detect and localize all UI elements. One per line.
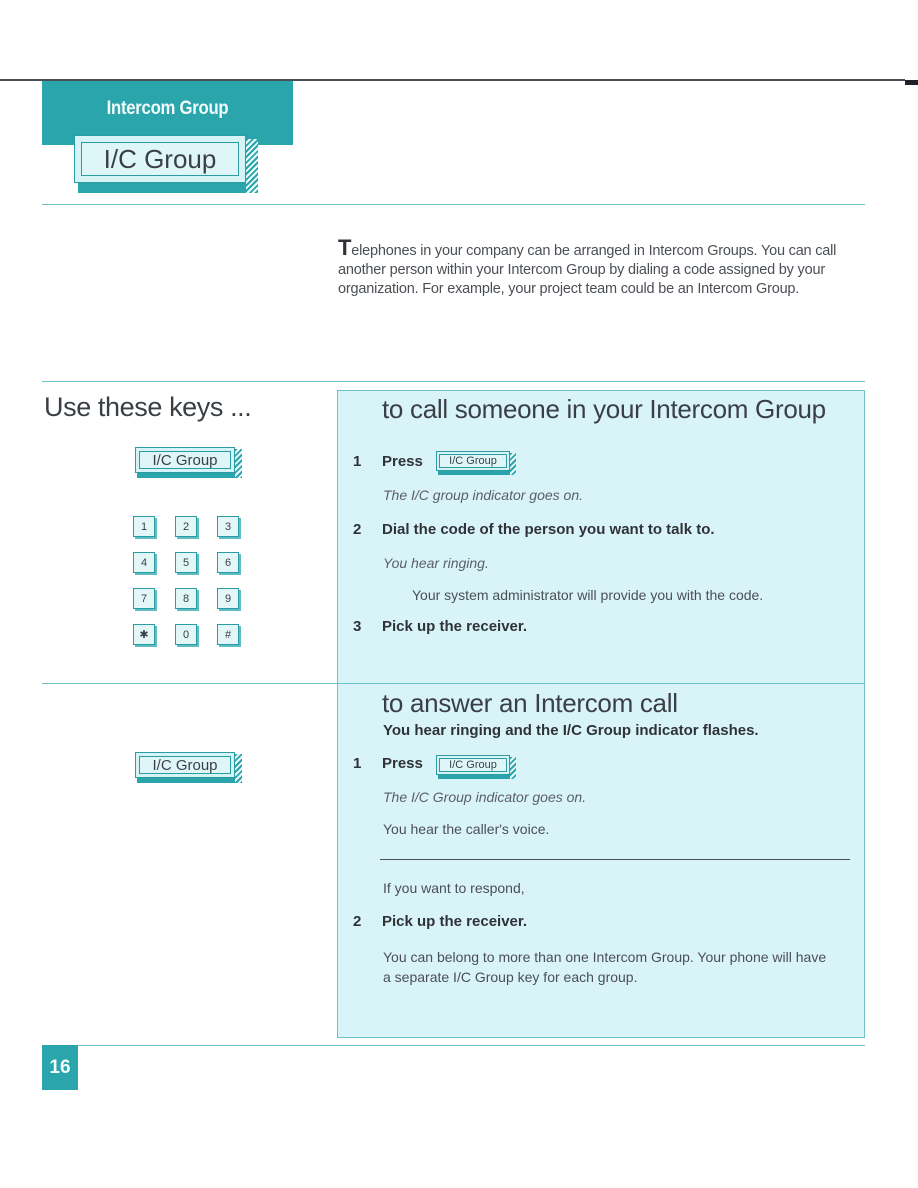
step-number: 3 bbox=[353, 618, 362, 635]
divider bbox=[42, 204, 865, 205]
step-action: Dial the code of the person you want to … bbox=[382, 521, 715, 538]
step-number: 2 bbox=[353, 913, 362, 930]
answer-section-subtitle: You hear ringing and the I/C Group indic… bbox=[383, 722, 759, 739]
key-side bbox=[510, 453, 516, 475]
answer-section-title: to answer an Intercom call bbox=[382, 688, 678, 718]
key-base bbox=[78, 183, 246, 193]
dial-key-6[interactable]: 6 bbox=[217, 552, 239, 573]
dial-key-3[interactable]: 3 bbox=[217, 516, 239, 537]
step-number: 1 bbox=[353, 755, 362, 772]
key-base bbox=[137, 778, 235, 783]
section-title: Intercom Group bbox=[106, 98, 229, 119]
key-label: I/C Group bbox=[139, 756, 231, 774]
key-base bbox=[438, 775, 510, 779]
dial-key-1[interactable]: 1 bbox=[133, 516, 155, 537]
step-note: You hear the caller's voice. bbox=[383, 821, 550, 837]
step-note: Your system administrator will provide y… bbox=[412, 587, 764, 603]
step-action: Pick up the receiver. bbox=[382, 913, 528, 930]
key-base bbox=[438, 471, 510, 475]
page-number: 16 bbox=[42, 1045, 78, 1090]
key-side bbox=[510, 757, 516, 779]
footer-rule bbox=[42, 1045, 865, 1046]
key-side bbox=[246, 139, 258, 193]
intro-paragraph: Telephones in your company can be arrang… bbox=[338, 235, 868, 299]
dial-key-9[interactable]: 9 bbox=[217, 588, 239, 609]
crop-mark bbox=[905, 80, 918, 85]
divider bbox=[42, 381, 865, 382]
step-result: The I/C group indicator goes on. bbox=[383, 487, 584, 503]
step-action: Pick up the receiver. bbox=[382, 618, 528, 635]
step-number: 2 bbox=[353, 521, 362, 538]
dial-key-pound[interactable]: # bbox=[217, 624, 239, 645]
step-result: You hear ringing. bbox=[383, 555, 489, 571]
dial-key-8[interactable]: 8 bbox=[175, 588, 197, 609]
inner-divider bbox=[380, 859, 850, 860]
step-action: Press bbox=[382, 453, 423, 470]
dial-key-7[interactable]: 7 bbox=[133, 588, 155, 609]
call-section-title: to call someone in your Intercom Group bbox=[382, 394, 826, 424]
panel-divider bbox=[337, 683, 865, 684]
key-side bbox=[235, 754, 242, 783]
key-label: I/C Group bbox=[139, 451, 231, 469]
use-keys-heading: Use these keys ... bbox=[44, 392, 252, 422]
dial-key-5[interactable]: 5 bbox=[175, 552, 197, 573]
intro-text: elephones in your company can be arrange… bbox=[338, 243, 837, 297]
step-note: You can belong to more than one Intercom… bbox=[383, 949, 827, 985]
step-result: The I/C Group indicator goes on. bbox=[383, 789, 587, 805]
dial-key-0[interactable]: 0 bbox=[175, 624, 197, 645]
step-action: Press bbox=[382, 755, 423, 772]
key-label: I/C Group bbox=[439, 758, 507, 772]
dial-key-star[interactable]: ✱ bbox=[133, 624, 155, 645]
step-number: 1 bbox=[353, 453, 362, 470]
dial-key-2[interactable]: 2 bbox=[175, 516, 197, 537]
step-precondition: If you want to respond, bbox=[383, 880, 525, 896]
dial-key-4[interactable]: 4 bbox=[133, 552, 155, 573]
divider bbox=[42, 683, 337, 684]
drop-cap: T bbox=[338, 235, 352, 260]
key-side bbox=[235, 449, 242, 478]
key-label: I/C Group bbox=[439, 454, 507, 468]
key-base bbox=[137, 473, 235, 478]
key-label: I/C Group bbox=[81, 142, 239, 176]
